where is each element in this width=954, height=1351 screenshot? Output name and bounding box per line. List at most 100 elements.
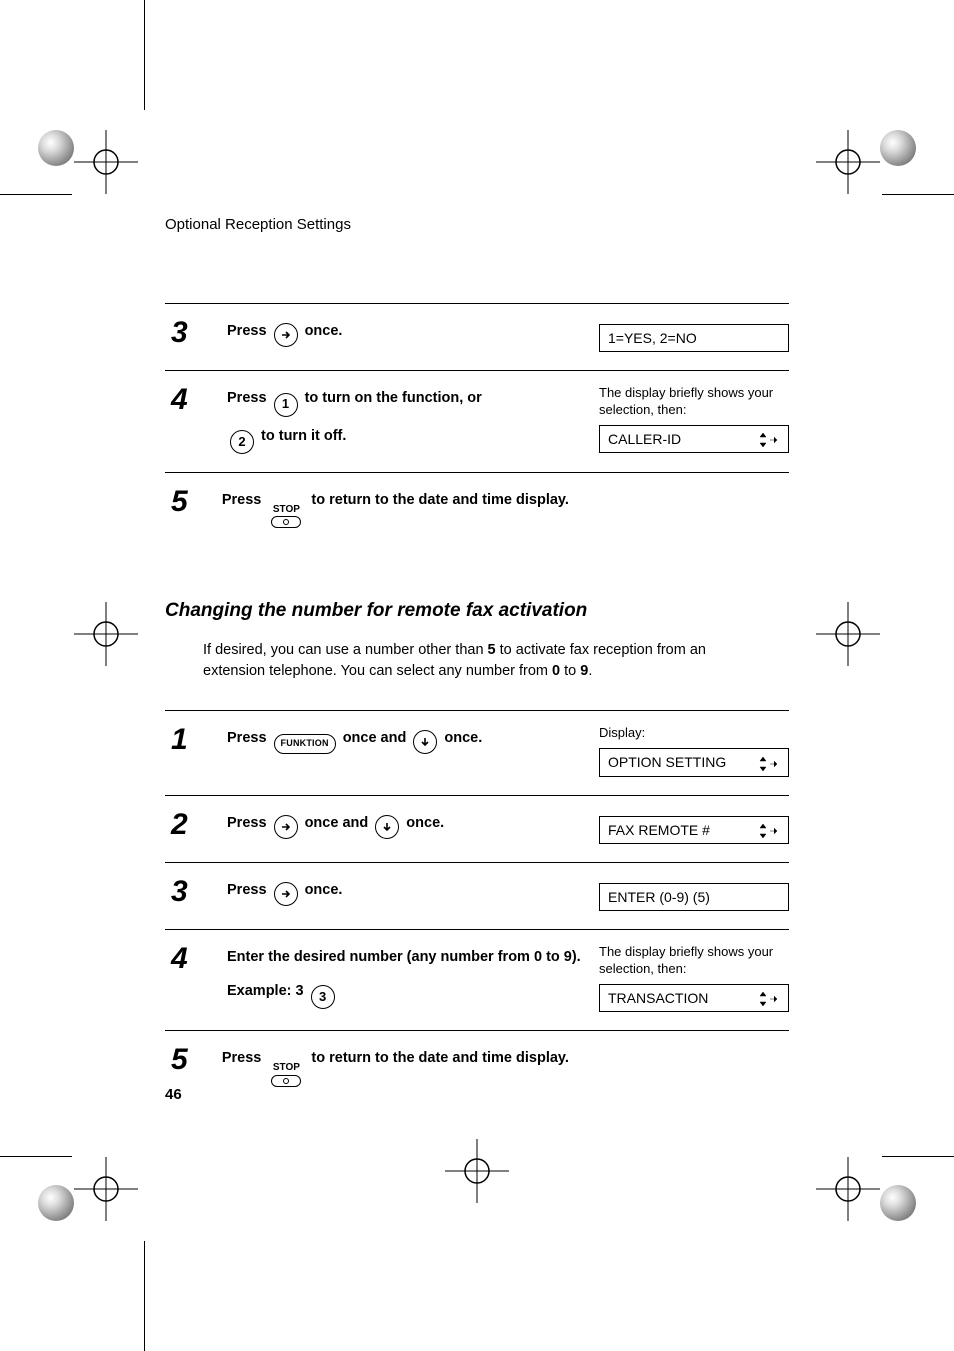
display-note: The display briefly shows your selection… (599, 944, 789, 978)
text: once. (305, 323, 343, 339)
step-instruction: Press once. (227, 318, 599, 347)
page-number: 46 (165, 1086, 182, 1103)
print-orb-icon (880, 130, 916, 166)
registration-mark-icon (74, 130, 138, 194)
step-number: 5 (165, 1045, 222, 1075)
stop-key-icon: STOP (271, 1063, 301, 1087)
step-number: 2 (165, 810, 227, 840)
registration-mark-icon (816, 1157, 880, 1221)
step-display: FAX REMOTE # (599, 810, 789, 844)
right-arrow-key-icon (274, 882, 298, 906)
lcd-text: FAX REMOTE # (608, 821, 710, 839)
crop-guide (0, 1156, 72, 1157)
crop-guide (882, 194, 954, 195)
display-note: The display briefly shows your selection… (599, 385, 789, 419)
text: once. (305, 882, 343, 898)
digit-3-key-icon: 3 (311, 985, 335, 1009)
crop-guide (0, 194, 72, 195)
up-down-right-arrows-icon (758, 989, 780, 1007)
running-head: Optional Reception Settings (165, 216, 789, 233)
section-heading: Changing the number for remote fax activ… (165, 600, 789, 622)
text: to turn it off. (261, 428, 346, 444)
lcd-text: ENTER (0-9) (5) (608, 888, 710, 906)
text: to return to the date and time display. (311, 1050, 569, 1066)
page: Optional Reception Settings 3 Press once… (0, 0, 954, 1351)
step-display: 1=YES, 2=NO (599, 318, 789, 352)
text: Press (227, 730, 271, 746)
up-down-right-arrows-icon (758, 821, 780, 839)
step-display: The display briefly shows your selection… (599, 385, 789, 453)
step-instruction: Press FUNKTION once and once. (227, 725, 599, 754)
down-arrow-key-icon (375, 815, 399, 839)
page-content: Optional Reception Settings 3 Press once… (165, 216, 789, 1105)
step-instruction: Press STOP to return to the date and tim… (222, 487, 789, 529)
step-number: 5 (165, 487, 222, 517)
text: once. (406, 815, 444, 831)
text: Press (227, 390, 271, 406)
step-instruction: Press once. (227, 877, 599, 906)
step-display: The display briefly shows your selection… (599, 944, 789, 1012)
right-arrow-key-icon (274, 815, 298, 839)
text: once and (343, 730, 411, 746)
down-arrow-key-icon (413, 730, 437, 754)
registration-mark-icon (74, 602, 138, 666)
step-b1: 1 Press FUNKTION once and once. Display:… (165, 710, 789, 794)
step-number: 4 (165, 385, 227, 415)
step-b3: 3 Press once. ENTER (0-9) (5) (165, 862, 789, 929)
display-note: Display: (599, 725, 789, 742)
step-a4: 4 Press 1 to turn on the function, or 2 … (165, 370, 789, 472)
registration-mark-icon (816, 602, 880, 666)
step-instruction: Press STOP to return to the date and tim… (222, 1045, 789, 1087)
text: once and (305, 815, 373, 831)
crop-guide (144, 0, 145, 110)
lcd-readout: OPTION SETTING (599, 748, 789, 776)
text: to (560, 663, 580, 679)
step-instruction: Press 1 to turn on the function, or 2 to… (227, 385, 599, 454)
step-number: 4 (165, 944, 227, 974)
stop-key-label: STOP (273, 504, 300, 515)
lcd-readout: 1=YES, 2=NO (599, 324, 789, 352)
step-a5: 5 Press STOP to return to the date and t… (165, 472, 789, 547)
procedure-b: 1 Press FUNKTION once and once. Display:… (165, 710, 789, 1104)
text: . (588, 663, 592, 679)
step-display: ENTER (0-9) (5) (599, 877, 789, 911)
print-orb-icon (38, 130, 74, 166)
crop-guide (144, 1241, 145, 1351)
text: once. (444, 730, 482, 746)
example-label: Example: 3 (227, 983, 308, 999)
text: If desired, you can use a number other t… (203, 642, 488, 658)
step-b5: 5 Press STOP to return to the date and t… (165, 1030, 789, 1105)
stop-key-icon: STOP (271, 505, 301, 529)
step-number: 1 (165, 725, 227, 755)
text-bold: 0 (552, 663, 560, 679)
text: Press (222, 1050, 266, 1066)
text: Press (227, 323, 271, 339)
lcd-text: 1=YES, 2=NO (608, 329, 697, 347)
lcd-text: CALLER-ID (608, 430, 681, 448)
text: Press (222, 492, 266, 508)
lcd-readout: ENTER (0-9) (5) (599, 883, 789, 911)
lcd-readout: CALLER-ID (599, 425, 789, 453)
right-arrow-key-icon (274, 323, 298, 347)
text: to return to the date and time display. (311, 492, 569, 508)
procedure-a: 3 Press once. 1=YES, 2=NO 4 Pre (165, 303, 789, 546)
registration-mark-icon (74, 1157, 138, 1221)
digit-1-key-icon: 1 (274, 393, 298, 417)
step-number: 3 (165, 318, 227, 348)
step-display: Display: OPTION SETTING (599, 725, 789, 776)
print-orb-icon (880, 1185, 916, 1221)
step-b2: 2 Press once and once. FAX REMOTE # (165, 795, 789, 862)
registration-mark-icon (816, 130, 880, 194)
lcd-readout: FAX REMOTE # (599, 816, 789, 844)
text: Enter the desired number (any number fro… (227, 949, 581, 965)
text-bold: 5 (488, 642, 496, 658)
text: Press (227, 882, 271, 898)
registration-mark-icon (445, 1139, 509, 1203)
digit-2-key-icon: 2 (230, 430, 254, 454)
lcd-text: TRANSACTION (608, 989, 708, 1007)
section-paragraph: If desired, you can use a number other t… (203, 640, 743, 682)
print-orb-icon (38, 1185, 74, 1221)
step-a3: 3 Press once. 1=YES, 2=NO (165, 303, 789, 370)
text: Press (227, 815, 271, 831)
up-down-right-arrows-icon (758, 753, 780, 771)
